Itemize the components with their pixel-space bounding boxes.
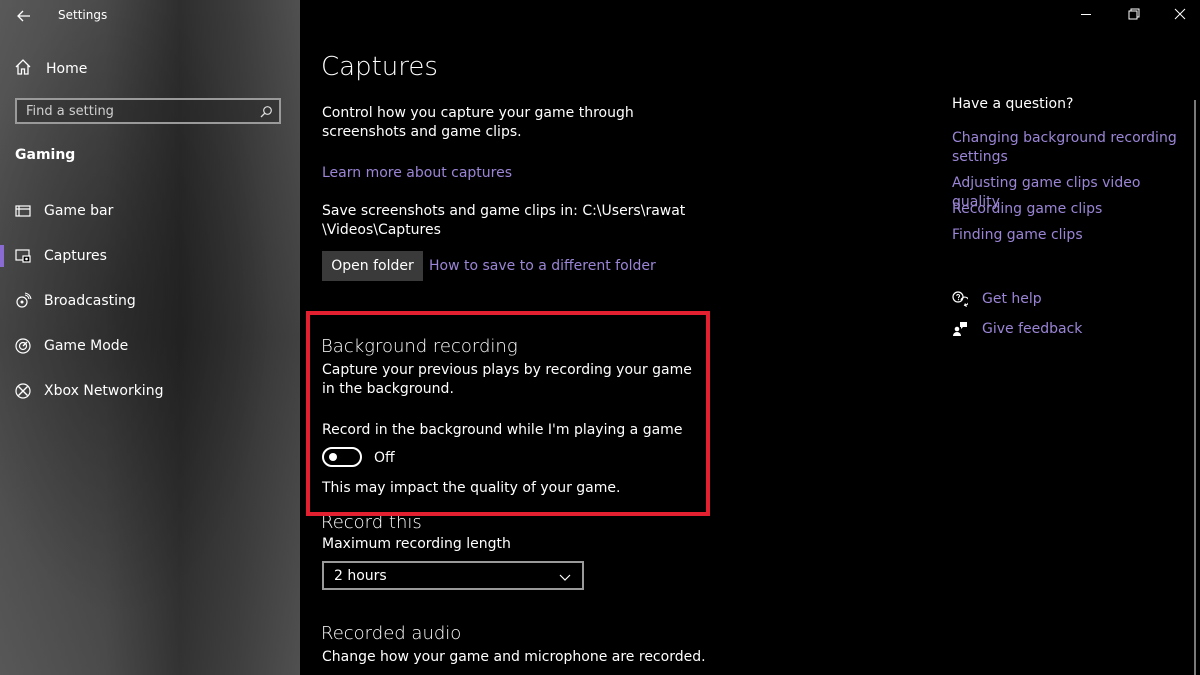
section-title-gaming: Gaming xyxy=(15,147,76,163)
max-recording-length-select[interactable]: 2 hours xyxy=(322,561,584,590)
broadcasting-icon xyxy=(14,292,32,310)
home-label: Home xyxy=(46,61,88,77)
different-folder-link[interactable]: How to save to a different folder xyxy=(429,257,656,276)
home-icon xyxy=(14,58,32,80)
window-title: Settings xyxy=(58,8,108,22)
sidebar-item-broadcasting[interactable]: Broadcasting xyxy=(0,286,300,316)
open-folder-button[interactable]: Open folder xyxy=(322,251,423,281)
sidebar-item-label: Captures xyxy=(44,248,107,264)
sidebar-item-game-bar[interactable]: Game bar xyxy=(0,196,300,226)
sidebar-item-label: Game Mode xyxy=(44,338,129,354)
search-icon[interactable] xyxy=(259,104,273,118)
chevron-down-icon xyxy=(558,569,572,583)
game-mode-icon xyxy=(14,337,32,355)
minimize-icon[interactable] xyxy=(1078,6,1094,22)
sidebar-item-game-mode[interactable]: Game Mode xyxy=(0,331,300,361)
sidebar-item-xbox-networking[interactable]: Xbox Networking xyxy=(0,376,300,406)
help-link[interactable]: Finding game clips xyxy=(952,226,1182,245)
sidebar-item-captures[interactable]: Captures xyxy=(0,241,300,271)
help-link[interactable]: Recording game clips xyxy=(952,200,1182,219)
search-box[interactable] xyxy=(15,98,281,124)
get-help-label: Get help xyxy=(982,291,1042,307)
help-link[interactable]: Changing background recording settings xyxy=(952,129,1182,167)
recorded-audio-description: Change how your game and microphone are … xyxy=(322,649,706,665)
help-chat-icon xyxy=(952,291,970,308)
feedback-icon xyxy=(952,321,968,337)
page-title: Captures xyxy=(321,52,438,82)
captures-description: Control how you capture your game throug… xyxy=(322,105,634,140)
back-arrow-icon[interactable] xyxy=(14,6,34,26)
scrollbar[interactable] xyxy=(1194,100,1196,675)
sidebar-item-label: Game bar xyxy=(44,203,114,219)
give-feedback-label: Give feedback xyxy=(982,321,1083,337)
sidebar-item-label: Xbox Networking xyxy=(44,383,164,399)
save-location-text: Save screenshots and game clips in: C:\U… xyxy=(322,203,686,238)
active-indicator xyxy=(0,245,4,267)
restore-icon[interactable] xyxy=(1126,6,1142,22)
xbox-icon xyxy=(14,382,32,400)
get-help-link[interactable]: Get help xyxy=(952,289,1042,309)
close-icon[interactable] xyxy=(1172,6,1188,22)
max-recording-length-label: Maximum recording length xyxy=(322,536,511,552)
recorded-audio-heading: Recorded audio xyxy=(321,623,462,644)
give-feedback-link[interactable]: Give feedback xyxy=(952,319,1082,339)
game-bar-icon xyxy=(14,202,32,220)
search-input[interactable] xyxy=(17,102,259,120)
select-value: 2 hours xyxy=(334,567,387,584)
highlight-box xyxy=(306,311,710,516)
home-nav-item[interactable]: Home xyxy=(14,58,87,80)
captures-icon xyxy=(14,247,32,265)
sidebar: Settings Home Gaming Game bar Ca xyxy=(0,0,300,675)
sidebar-item-label: Broadcasting xyxy=(44,293,136,309)
learn-more-link[interactable]: Learn more about captures xyxy=(322,164,512,183)
help-question: Have a question? xyxy=(952,96,1074,112)
